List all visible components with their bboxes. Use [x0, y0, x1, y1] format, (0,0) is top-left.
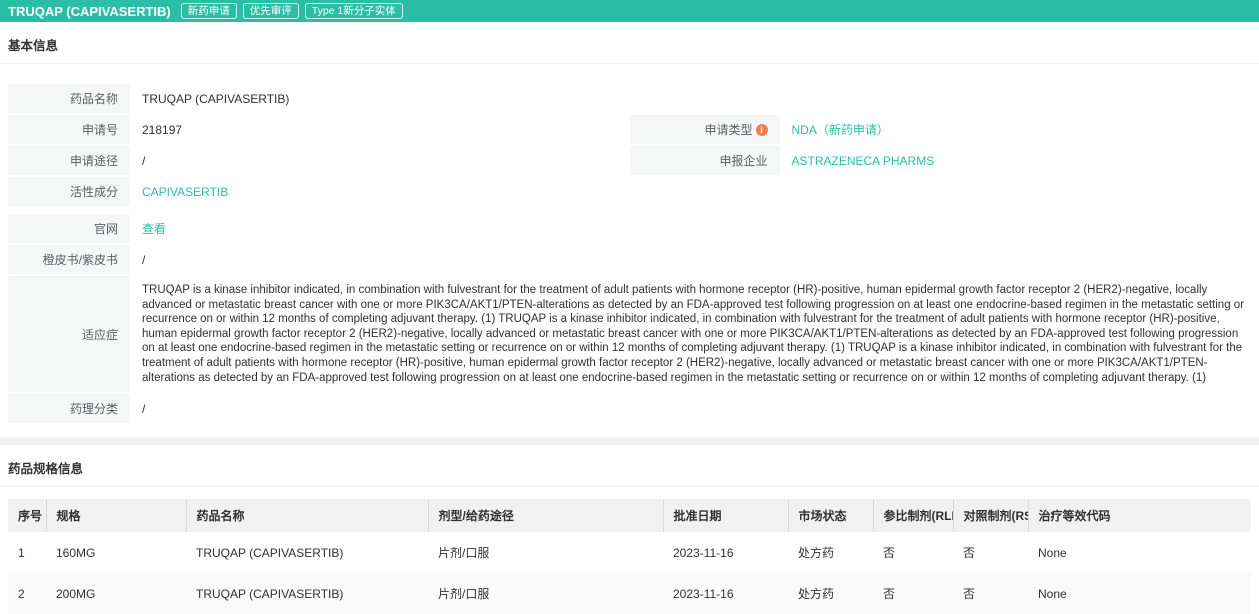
official-site-view-link[interactable]: 查看 [142, 220, 166, 237]
drug-title-bar: TRUQAP (CAPIVASERTIB) 新药申请 优先审评 Type 1新分… [0, 0, 1259, 22]
indication-label: 适应症 [8, 276, 130, 392]
col-header-drug-name: 药品名称 [186, 499, 428, 532]
table-row: 2 200MG TRUQAP (CAPIVASERTIB) 片剂/口服 2023… [8, 573, 1251, 614]
row-pharmacologic-class: 药理分类 / [8, 394, 1251, 423]
col-header-approval-date: 批准日期 [663, 499, 788, 532]
col-header-index: 序号 [8, 499, 46, 532]
cell-dosage-form-route: 片剂/口服 [428, 532, 663, 573]
pharmacologic-class-value: / [130, 394, 1251, 423]
col-header-market-status: 市场状态 [788, 499, 873, 532]
drug-name-label: 药品名称 [8, 84, 130, 113]
table-row: 1 160MG TRUQAP (CAPIVASERTIB) 片剂/口服 2023… [8, 532, 1251, 573]
applicant-link[interactable]: ASTRAZENECA PHARMS [792, 154, 935, 168]
spec-table-header-row: 序号 规格 药品名称 剂型/给药途径 批准日期 市场状态 参比制剂(RLD) 对… [8, 499, 1251, 532]
cell-drug-name: TRUQAP (CAPIVASERTIB) [186, 573, 428, 614]
application-route-value: / [130, 146, 630, 175]
col-header-rs: 对照制剂(RS) [953, 499, 1028, 532]
applicant-label: 申报企业 [630, 146, 780, 175]
application-type-link[interactable]: NDA（新药申请） [792, 121, 889, 138]
pharmacologic-class-label: 药理分类 [8, 394, 130, 423]
info-icon[interactable] [756, 124, 768, 136]
official-site-label: 官网 [8, 214, 130, 243]
col-header-strength: 规格 [46, 499, 186, 532]
cell-market-status: 处方药 [788, 573, 873, 614]
cell-drug-name: TRUQAP (CAPIVASERTIB) [186, 532, 428, 573]
spec-section-title: 药品规格信息 [0, 445, 1259, 487]
basic-info-section-title: 基本信息 [0, 22, 1259, 64]
badge-type1-new-molecular-entity: Type 1新分子实体 [305, 3, 403, 20]
drug-title: TRUQAP (CAPIVASERTIB) [8, 4, 171, 19]
application-no-label: 申请号 [8, 115, 130, 144]
row-drug-name: 药品名称 TRUQAP (CAPIVASERTIB) [8, 84, 1251, 113]
active-ingredient-link[interactable]: CAPIVASERTIB [142, 185, 228, 199]
cell-rld: 否 [873, 573, 953, 614]
cell-rs: 否 [953, 573, 1028, 614]
basic-info-grid: 药品名称 TRUQAP (CAPIVASERTIB) 申请号 218197 申请… [0, 84, 1259, 423]
application-type-label: 申请类型 [630, 115, 780, 144]
badge-new-drug-application: 新药申请 [181, 3, 237, 20]
active-ingredient-label: 活性成分 [8, 177, 130, 206]
cell-market-status: 处方药 [788, 532, 873, 573]
row-application-no-and-type: 申请号 218197 申请类型 NDA（新药申请） [8, 115, 1251, 144]
cell-strength: 160MG [46, 532, 186, 573]
col-header-dosage-form-route: 剂型/给药途径 [428, 499, 663, 532]
cell-rs: 否 [953, 532, 1028, 573]
application-no-value: 218197 [130, 115, 630, 144]
col-header-rld: 参比制剂(RLD) [873, 499, 953, 532]
row-official-site: 官网 查看 [8, 214, 1251, 243]
row-active-ingredient: 活性成分 CAPIVASERTIB [8, 177, 1251, 206]
cell-strength: 200MG [46, 573, 186, 614]
cell-te-code: None [1028, 573, 1251, 614]
orange-purple-book-label: 橙皮书/紫皮书 [8, 245, 130, 274]
cell-approval-date: 2023-11-16 [663, 532, 788, 573]
row-orange-purple-book: 橙皮书/紫皮书 / [8, 245, 1251, 274]
cell-index: 1 [8, 532, 46, 573]
row-indication: 适应症 TRUQAP is a kinase inhibitor indicat… [8, 276, 1251, 392]
row-application-route-and-applicant: 申请途径 / 申报企业 ASTRAZENECA PHARMS [8, 146, 1251, 175]
section-divider [0, 437, 1259, 445]
badge-priority-review: 优先审评 [243, 3, 299, 20]
col-header-te-code: 治疗等效代码 [1028, 499, 1251, 532]
spec-table: 序号 规格 药品名称 剂型/给药途径 批准日期 市场状态 参比制剂(RLD) 对… [0, 499, 1259, 614]
cell-index: 2 [8, 573, 46, 614]
drug-name-value: TRUQAP (CAPIVASERTIB) [130, 84, 1251, 113]
orange-purple-book-value: / [130, 245, 1251, 274]
cell-rld: 否 [873, 532, 953, 573]
cell-approval-date: 2023-11-16 [663, 573, 788, 614]
cell-te-code: None [1028, 532, 1251, 573]
application-route-label: 申请途径 [8, 146, 130, 175]
cell-dosage-form-route: 片剂/口服 [428, 573, 663, 614]
indication-text: TRUQAP is a kinase inhibitor indicated, … [130, 276, 1251, 392]
